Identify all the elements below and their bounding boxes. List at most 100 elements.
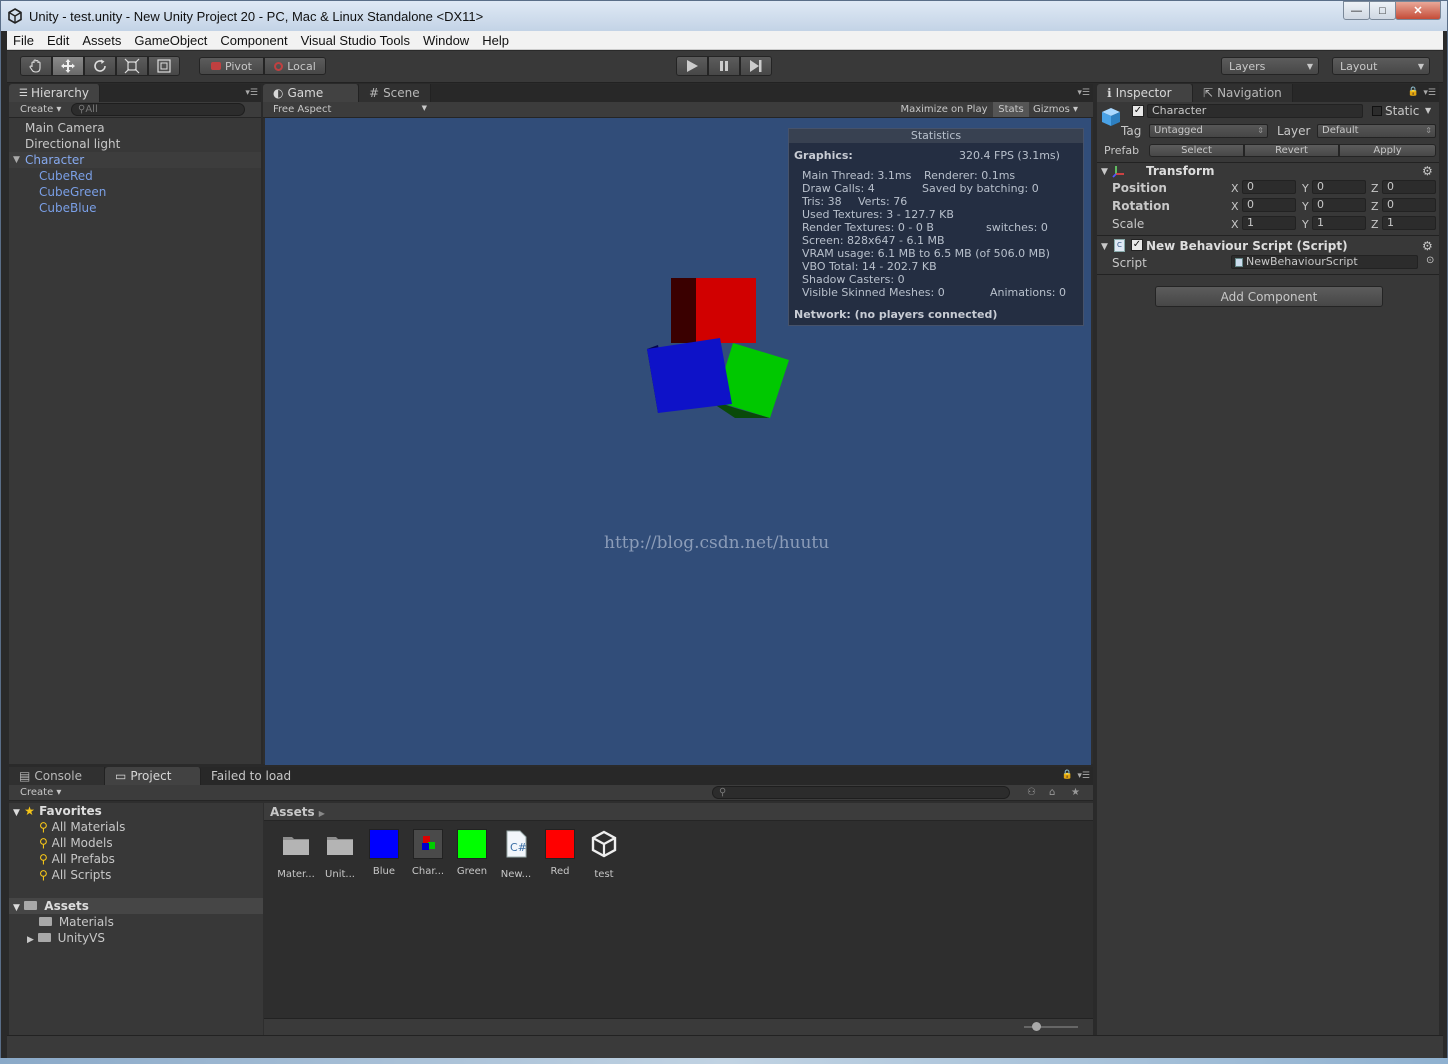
assets-root-row[interactable]: ▼ Assets: [9, 898, 263, 914]
hand-tool-button[interactable]: [20, 56, 52, 76]
asset-red-material[interactable]: Red: [540, 829, 580, 877]
tab-inspector[interactable]: ℹ Inspector: [1097, 84, 1193, 102]
layer-dropdown[interactable]: Default: [1317, 124, 1436, 138]
panel-menu-icon[interactable]: ▾☰: [1077, 88, 1090, 98]
stats-button[interactable]: Stats: [993, 102, 1029, 117]
gizmos-button[interactable]: Gizmos ▾: [1033, 104, 1089, 115]
scale-x-field[interactable]: 1: [1242, 216, 1296, 230]
menu-file[interactable]: File: [7, 33, 41, 48]
filter-by-type-icon[interactable]: ⚇: [1027, 787, 1036, 798]
panel-menu-icon[interactable]: ▾☰: [1077, 771, 1090, 781]
tag-dropdown[interactable]: Untagged: [1149, 124, 1268, 138]
favorite-star-icon[interactable]: ★: [1071, 787, 1080, 798]
static-dropdown-arrow-icon[interactable]: ▼: [1425, 106, 1431, 115]
favorite-all-materials[interactable]: ⚲ All Materials: [9, 819, 263, 835]
local-button[interactable]: Local: [264, 57, 326, 75]
tab-project[interactable]: ▭ Project: [105, 767, 201, 785]
scale-tool-button[interactable]: [116, 56, 148, 76]
asset-character-prefab[interactable]: Char...: [408, 829, 448, 877]
panel-menu-icon[interactable]: ▾☰: [245, 88, 258, 98]
tab-navigation[interactable]: ⇱ Navigation: [1193, 84, 1293, 102]
script-enabled-checkbox[interactable]: ✓: [1131, 239, 1143, 251]
hierarchy-item-cubered[interactable]: CubeRed: [9, 168, 261, 184]
object-picker-icon[interactable]: ⊙: [1426, 255, 1434, 266]
lock-icon[interactable]: 🔒: [1408, 87, 1419, 97]
favorite-all-scripts[interactable]: ⚲ All Scripts: [9, 867, 263, 883]
prefab-apply-button[interactable]: Apply: [1339, 144, 1436, 157]
asset-unityvs-folder[interactable]: Unit...: [320, 829, 360, 880]
menu-window[interactable]: Window: [417, 33, 476, 48]
hierarchy-search-input[interactable]: ⚲All: [71, 103, 245, 116]
maximize-button[interactable]: □: [1369, 1, 1396, 20]
breadcrumb-assets[interactable]: Assets: [270, 805, 315, 819]
game-viewport[interactable]: http://blog.csdn.net/huutu Statistics Gr…: [265, 118, 1091, 765]
prefab-revert-button[interactable]: Revert: [1244, 144, 1339, 157]
prefab-select-button[interactable]: Select: [1149, 144, 1244, 157]
expand-arrow-icon[interactable]: ▼: [13, 152, 20, 168]
hierarchy-item-cubeblue[interactable]: CubeBlue: [9, 200, 261, 216]
panel-menu-icon[interactable]: ▾☰: [1423, 88, 1436, 98]
scale-y-field[interactable]: 1: [1312, 216, 1366, 230]
play-button[interactable]: [676, 56, 708, 76]
component-settings-gear-icon[interactable]: ⚙: [1422, 164, 1433, 178]
hierarchy-create-button[interactable]: Create ▾: [9, 104, 71, 115]
maximize-on-play-button[interactable]: Maximize on Play: [897, 104, 991, 115]
script-foldout-arrow-icon[interactable]: ▼: [1101, 242, 1108, 252]
minimize-button[interactable]: —: [1343, 1, 1370, 20]
menu-gameobject[interactable]: GameObject: [128, 33, 214, 48]
zoom-slider[interactable]: [1024, 1022, 1078, 1031]
move-tool-button[interactable]: [52, 56, 84, 76]
menu-assets[interactable]: Assets: [76, 33, 128, 48]
asset-green-material[interactable]: Green: [452, 829, 492, 877]
rotation-z-field[interactable]: 0: [1382, 198, 1436, 212]
layout-dropdown[interactable]: Layout ▼: [1332, 57, 1430, 75]
favorites-row[interactable]: ▼ ★ Favorites: [9, 803, 263, 819]
project-create-button[interactable]: Create ▾: [9, 787, 71, 798]
tab-console[interactable]: ▤ Console: [9, 767, 105, 785]
add-component-button[interactable]: Add Component: [1155, 286, 1383, 307]
lock-icon[interactable]: 🔒: [1062, 770, 1073, 780]
asset-test-scene[interactable]: test: [584, 829, 624, 880]
menu-help[interactable]: Help: [476, 33, 516, 48]
position-x-field[interactable]: 0: [1242, 180, 1296, 194]
transform-foldout-arrow-icon[interactable]: ▼: [1101, 167, 1108, 177]
folder-unityvs[interactable]: ▶ UnityVS: [9, 930, 263, 946]
scale-z-field[interactable]: 1: [1382, 216, 1436, 230]
pivot-button[interactable]: Pivot: [199, 57, 264, 75]
rotate-tool-button[interactable]: [84, 56, 116, 76]
active-checkbox[interactable]: ✓: [1132, 105, 1144, 117]
object-name-field[interactable]: Character: [1147, 104, 1363, 118]
filter-by-label-icon[interactable]: ⌂: [1049, 787, 1055, 798]
tab-hierarchy[interactable]: ☰ Hierarchy: [9, 84, 100, 102]
close-button[interactable]: ✕: [1395, 1, 1441, 20]
hierarchy-item-character[interactable]: ▼ Character: [9, 152, 261, 168]
hierarchy-item-cubegreen[interactable]: CubeGreen: [9, 184, 261, 200]
folder-materials[interactable]: Materials: [9, 914, 263, 930]
zoom-slider-thumb[interactable]: [1032, 1022, 1041, 1031]
layers-dropdown[interactable]: Layers ▼: [1221, 57, 1319, 75]
position-z-field[interactable]: 0: [1382, 180, 1436, 194]
hierarchy-item-main-camera[interactable]: Main Camera: [9, 120, 261, 136]
component-settings-gear-icon[interactable]: ⚙: [1422, 239, 1433, 253]
tab-scene[interactable]: # Scene: [359, 84, 431, 102]
project-search-input[interactable]: ⚲: [712, 786, 1010, 799]
rotation-x-field[interactable]: 0: [1242, 198, 1296, 212]
menu-component[interactable]: Component: [214, 33, 294, 48]
pause-button[interactable]: [708, 56, 740, 76]
menu-visual-studio-tools[interactable]: Visual Studio Tools: [295, 33, 417, 48]
asset-new-script[interactable]: C# New...: [496, 829, 536, 880]
asset-blue-material[interactable]: Blue: [364, 829, 404, 877]
static-checkbox[interactable]: [1372, 106, 1382, 116]
hierarchy-item-directional-light[interactable]: Directional light: [9, 136, 261, 152]
favorite-all-prefabs[interactable]: ⚲ All Prefabs: [9, 851, 263, 867]
position-y-field[interactable]: 0: [1312, 180, 1366, 194]
asset-materials-folder[interactable]: Mater...: [276, 829, 316, 880]
favorite-all-models[interactable]: ⚲ All Models: [9, 835, 263, 851]
menu-edit[interactable]: Edit: [41, 33, 76, 48]
tab-game[interactable]: ◐ Game: [263, 84, 359, 102]
step-button[interactable]: [740, 56, 772, 76]
script-object-field[interactable]: NewBehaviourScript: [1231, 255, 1418, 269]
aspect-dropdown[interactable]: Free Aspect ▼: [267, 104, 429, 115]
rect-tool-button[interactable]: [148, 56, 180, 76]
rotation-y-field[interactable]: 0: [1312, 198, 1366, 212]
